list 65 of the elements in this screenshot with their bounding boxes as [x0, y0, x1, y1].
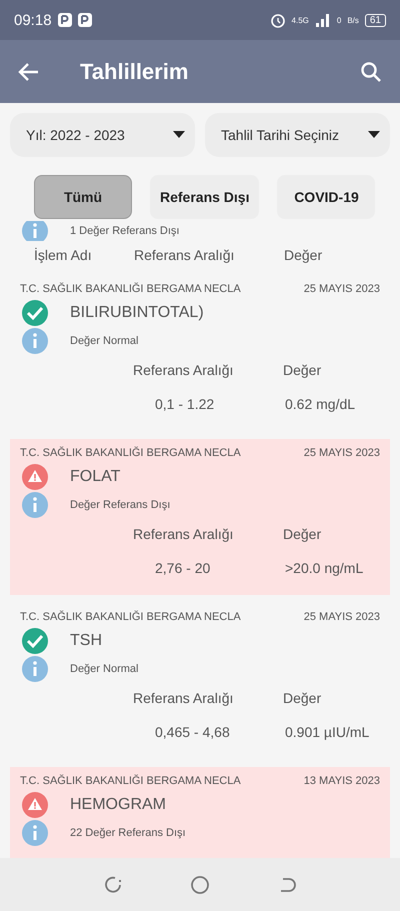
status-text: 1 Değer Referans Dışı: [70, 225, 180, 237]
status-text: Değer Normal: [70, 335, 138, 347]
filter-dropdown[interactable]: Tahlil Tarihi Seçiniz: [205, 113, 390, 157]
alarm-icon: [270, 12, 286, 28]
dropdown-caret-icon: [173, 131, 185, 139]
battery-icon: 61: [364, 14, 386, 26]
check-icon: [20, 626, 50, 656]
test-name: BILIRUBINTOTAL): [70, 304, 204, 322]
result-date: 25 MAYIS 2023: [304, 611, 380, 624]
lab-name: T.C. SAĞLIK BAKANLIĞI BERGAMA NECLA: [20, 611, 241, 624]
result-card[interactable]: T.C. SAĞLIK BAKANLIĞI BERGAMA NECLA 13 MAYIS 2023 HEMOGRAM 22 Değer Referans Dışı: [10, 767, 390, 858]
network-type: 4.5G: [292, 16, 309, 24]
dropdown-caret-icon: [368, 131, 380, 139]
value-label: Değer: [283, 525, 322, 543]
range-label: Referans Aralığı: [133, 689, 234, 707]
test-name: TSH: [70, 632, 102, 650]
range-label: Referans Aralığı: [133, 361, 234, 379]
info-icon: [20, 326, 50, 356]
parking-icon: [78, 13, 92, 27]
lab-name: T.C. SAĞLIK BAKANLIĞI BERGAMA NECLA: [20, 447, 241, 460]
result-date: 25 MAYIS 2023: [304, 447, 380, 460]
column-header: İşlem Adı: [34, 247, 93, 263]
value-label: Değer: [283, 689, 322, 707]
range-value: 0,465 - 4,68: [155, 723, 231, 741]
net-speed-value: 0: [336, 16, 342, 24]
lab-name: T.C. SAĞLIK BAKANLIĞI BERGAMA NECLA: [20, 283, 241, 296]
parking-icon: [58, 13, 72, 27]
home-icon[interactable]: [190, 874, 210, 894]
result-value: >20.0 ng/mL: [285, 559, 364, 577]
status-text: Değer Normal: [70, 663, 138, 675]
filter-tab[interactable]: Tümü: [34, 175, 132, 219]
result-value: 0.901 µIU/mL: [285, 723, 370, 741]
range-value: 0,1 - 1.22: [155, 395, 216, 413]
status-time: 09:18: [14, 12, 52, 28]
filter-tab[interactable]: Referans Dışı: [150, 175, 260, 219]
range-value: 2,76 - 20: [155, 559, 212, 577]
warning-icon: [20, 790, 50, 820]
back-button[interactable]: [18, 60, 40, 82]
column-header: Referans Aralığı: [134, 247, 236, 263]
filter-dropdown[interactable]: Yıl: 2022 - 2023: [10, 113, 195, 157]
result-card[interactable]: T.C. SAĞLIK BAKANLIĞI BERGAMA NECLA 25 MAYIS 2023 BILIRUBINTOTAL) Değer Normal Referans Aralığı Değer 0,1 - 1.22 0.62 mg/dL: [10, 275, 390, 431]
result-date: 25 MAYIS 2023: [304, 283, 380, 296]
test-name: FOLAT: [70, 468, 120, 486]
warning-icon: [20, 462, 50, 492]
net-speed-unit: B/s: [347, 16, 359, 24]
signal-icon: [314, 13, 331, 27]
value-label: Değer: [283, 361, 322, 379]
status-text: Değer Referans Dışı: [70, 499, 170, 511]
range-label: Referans Aralığı: [133, 525, 234, 543]
lab-name: T.C. SAĞLIK BAKANLIĞI BERGAMA NECLA: [20, 775, 241, 788]
result-card[interactable]: T.C. SAĞLIK BAKANLIĞI BERGAMA NECLA 25 MAYIS 2023 TSH Değer Normal Referans Aralığı Değer 0,465 - 4,68 0.901 µIU/mL: [10, 603, 390, 759]
info-icon: [20, 490, 50, 520]
screen-title: Tahlillerim: [80, 58, 190, 84]
search-button[interactable]: [360, 60, 382, 82]
test-name: HEMOGRAM: [70, 796, 166, 814]
result-card[interactable]: T.C. SAĞLIK BAKANLIĞI BERGAMA NECLA 25 MAYIS 2023 FOLAT Değer Referans Dışı Referans Aralığı Değer 2,76 - 20 >20.0 ng/mL: [10, 439, 390, 595]
column-header: Değer: [284, 247, 324, 263]
result-date: 13 MAYIS 2023: [304, 775, 380, 788]
result-value: 0.62 mg/dL: [285, 395, 356, 413]
status-text: 22 Değer Referans Dışı: [70, 827, 186, 839]
check-icon: [20, 298, 50, 328]
recents-icon[interactable]: [103, 874, 124, 894]
info-icon: [20, 818, 50, 848]
filter-tab[interactable]: COVID-19: [277, 175, 376, 219]
info-icon: [20, 654, 50, 684]
